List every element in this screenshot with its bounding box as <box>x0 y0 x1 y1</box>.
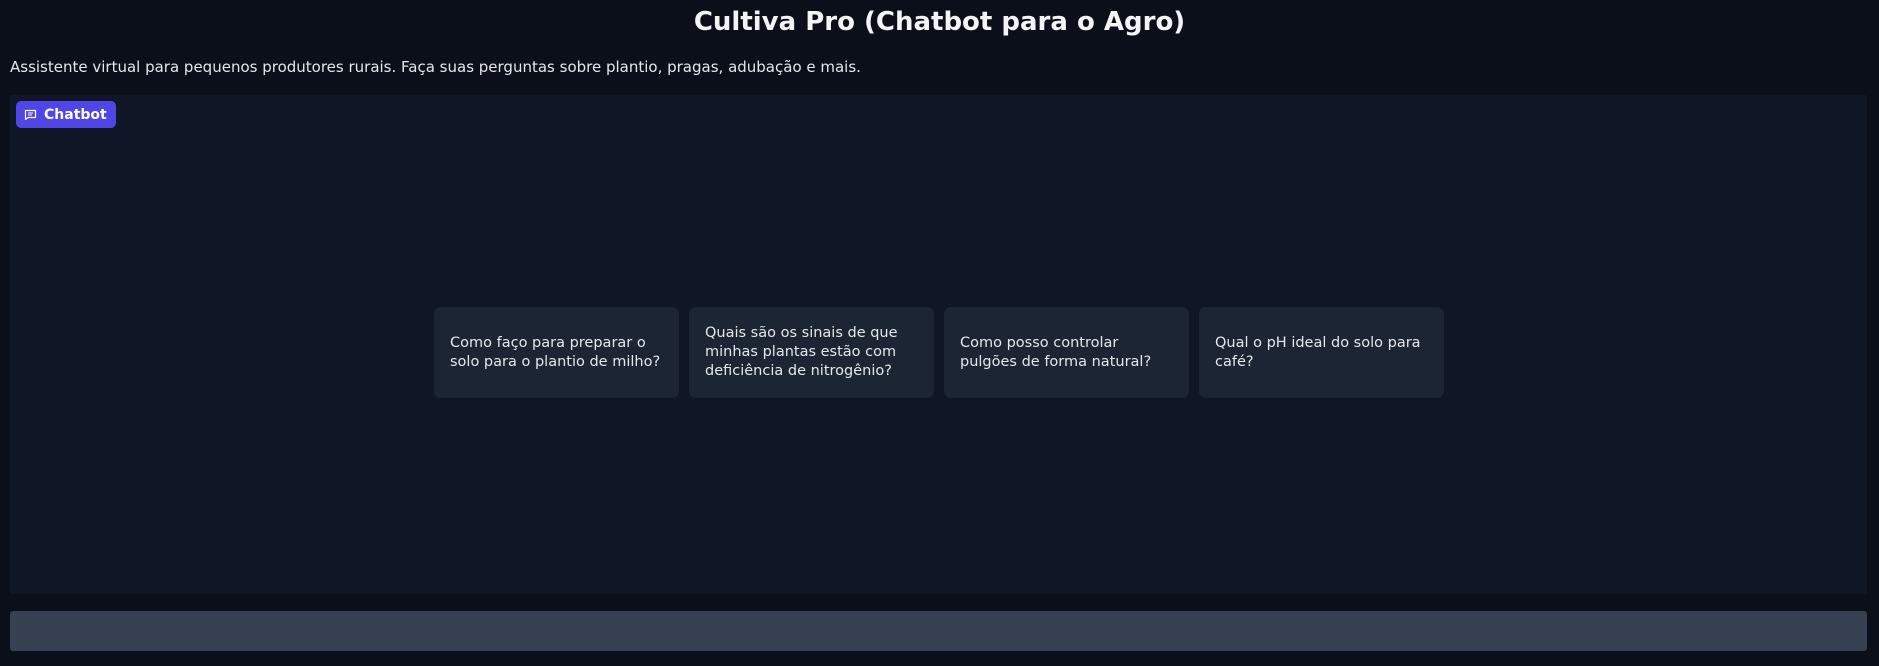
example-button-aphids[interactable]: Como posso controlar pulgões de forma na… <box>944 307 1189 398</box>
example-text: Quais são os sinais de que minhas planta… <box>705 325 898 379</box>
example-text: Como faço para preparar o solo para o pl… <box>450 334 661 370</box>
page-description: Assistente virtual para pequenos produto… <box>10 58 861 76</box>
example-suggestions: Como faço para preparar o solo para o pl… <box>434 307 1444 398</box>
example-text: Como posso controlar pulgões de forma na… <box>960 334 1152 370</box>
chat-bubble-icon <box>24 109 37 121</box>
page-title: Cultiva Pro (Chatbot para o Agro) <box>693 7 1186 37</box>
message-input[interactable] <box>10 611 1867 651</box>
chatbot-label-badge: Chatbot <box>16 101 116 128</box>
chatbot-panel: Chatbot Como faço para preparar o solo p… <box>10 95 1867 594</box>
example-button-nitrogen[interactable]: Quais são os sinais de que minhas planta… <box>689 307 934 398</box>
example-button-corn-soil[interactable]: Como faço para preparar o solo para o pl… <box>434 307 679 398</box>
example-text: Qual o pH ideal do solo para café? <box>1215 334 1421 370</box>
app-root: Cultiva Pro (Chatbot para o Agro) Assist… <box>0 0 1879 666</box>
example-button-coffee-ph[interactable]: Qual o pH ideal do solo para café? <box>1199 307 1444 398</box>
chatbot-label-text: Chatbot <box>44 106 107 123</box>
